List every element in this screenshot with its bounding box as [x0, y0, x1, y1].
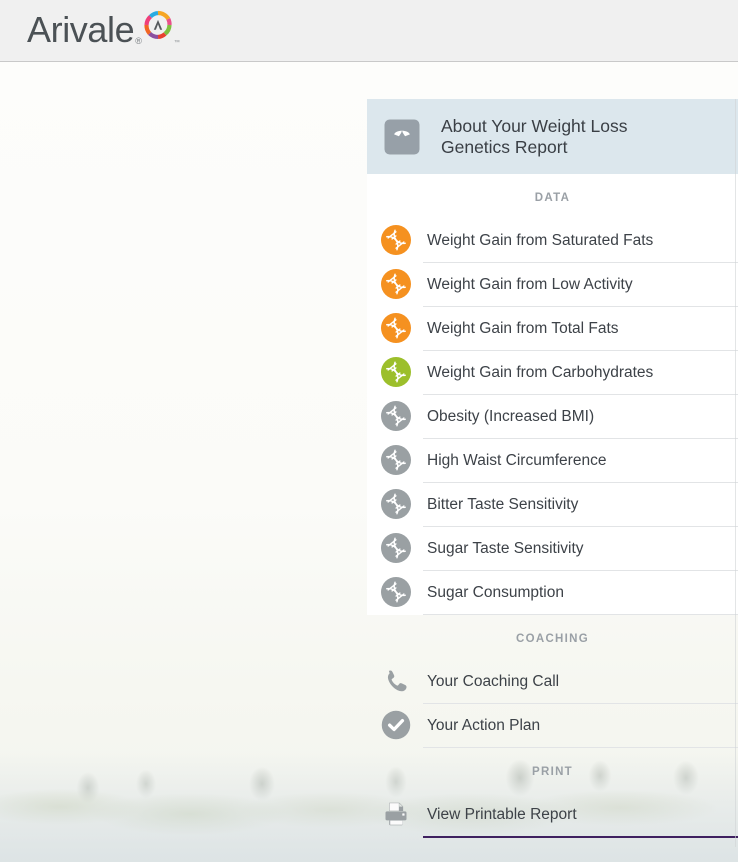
section-label-print: PRINT — [532, 766, 573, 778]
row-divider — [423, 703, 738, 704]
list-item-obesity-increased-bmi[interactable]: Obesity (Increased BMI) — [367, 394, 738, 438]
list-item-label: Sugar Consumption — [427, 583, 564, 601]
panel-header-about-report[interactable]: About Your Weight Loss Genetics Report — [367, 99, 738, 174]
dna-icon — [381, 533, 411, 563]
list-item-label: View Printable Report — [427, 805, 577, 823]
list-item-weight-gain-carbohydrates[interactable]: Weight Gain from Carbohydrates — [367, 350, 738, 394]
list-item-weight-gain-saturated-fats[interactable]: Weight Gain from Saturated Fats — [367, 218, 738, 262]
list-item-weight-gain-low-activity[interactable]: Weight Gain from Low Activity — [367, 262, 738, 306]
list-item-sugar-consumption[interactable]: Sugar Consumption — [367, 570, 738, 614]
section-label-coaching: COACHING — [515, 633, 589, 645]
dna-icon — [381, 225, 411, 255]
phone-icon — [381, 666, 411, 696]
row-divider — [423, 394, 738, 395]
check-circle-icon — [381, 710, 411, 740]
weight-scale-icon — [381, 116, 423, 158]
brand-registered-mark: ® — [135, 36, 142, 46]
list-item-label: Weight Gain from Carbohydrates — [427, 363, 654, 381]
dna-icon — [381, 269, 411, 299]
row-divider — [423, 350, 738, 351]
top-brand-bar: Arivale ® ™ — [0, 0, 738, 62]
list-item-label: Your Action Plan — [427, 716, 541, 734]
list-item-label: Bitter Taste Sensitivity — [427, 495, 579, 513]
panel-header-title-line1: About Your Weight Loss — [441, 115, 628, 136]
panel-header-title-line2: Genetics Report — [441, 136, 568, 157]
list-item-label: Weight Gain from Total Fats — [427, 319, 619, 337]
list-item-label: Weight Gain from Saturated Fats — [427, 231, 654, 249]
list-item-label: Weight Gain from Low Activity — [427, 275, 633, 293]
dna-icon — [381, 489, 411, 519]
panel-header-title: About Your Weight Loss Genetics Report — [441, 116, 627, 158]
report-navigation-panel: About Your Weight Loss Genetics Report D… — [367, 99, 738, 838]
section-items-coaching: Your Coaching Call Your Action Plan — [367, 659, 738, 748]
row-divider — [423, 262, 738, 263]
list-item-your-action-plan[interactable]: Your Action Plan — [367, 703, 738, 747]
list-item-view-printable-report[interactable]: View Printable Report — [367, 792, 738, 836]
brand-wordmark: Arivale — [27, 9, 135, 50]
list-item-your-coaching-call[interactable]: Your Coaching Call — [367, 659, 738, 703]
dna-icon — [381, 357, 411, 387]
row-divider — [423, 306, 738, 307]
dna-icon — [381, 313, 411, 343]
list-item-label: Sugar Taste Sensitivity — [427, 539, 584, 557]
section-label-data: DATA — [367, 174, 738, 218]
list-item-label: High Waist Circumference — [427, 451, 607, 469]
list-item-bitter-taste-sensitivity[interactable]: Bitter Taste Sensitivity — [367, 482, 738, 526]
dna-icon — [381, 401, 411, 431]
arivale-circle-logo-icon — [143, 10, 173, 40]
printer-icon — [381, 799, 411, 829]
print-section-accent-underline — [423, 836, 738, 838]
list-item-sugar-taste-sensitivity[interactable]: Sugar Taste Sensitivity — [367, 526, 738, 570]
section-items-print: View Printable Report — [367, 792, 738, 838]
dna-icon — [381, 577, 411, 607]
row-divider — [423, 570, 738, 571]
row-divider — [423, 482, 738, 483]
row-divider — [423, 526, 738, 527]
panel-right-edge — [735, 99, 736, 847]
list-item-label: Obesity (Increased BMI) — [427, 407, 595, 425]
list-item-high-waist-circumference[interactable]: High Waist Circumference — [367, 438, 738, 482]
dna-icon — [381, 445, 411, 475]
list-item-weight-gain-total-fats[interactable]: Weight Gain from Total Fats — [367, 306, 738, 350]
section-items-data: Weight Gain from Saturated Fats Weight G… — [367, 218, 738, 615]
list-item-label: Your Coaching Call — [427, 672, 560, 690]
row-divider — [423, 438, 738, 439]
brand-logo[interactable]: Arivale ® ™ — [27, 8, 180, 52]
logo-trademark-mark: ™ — [173, 40, 180, 46]
